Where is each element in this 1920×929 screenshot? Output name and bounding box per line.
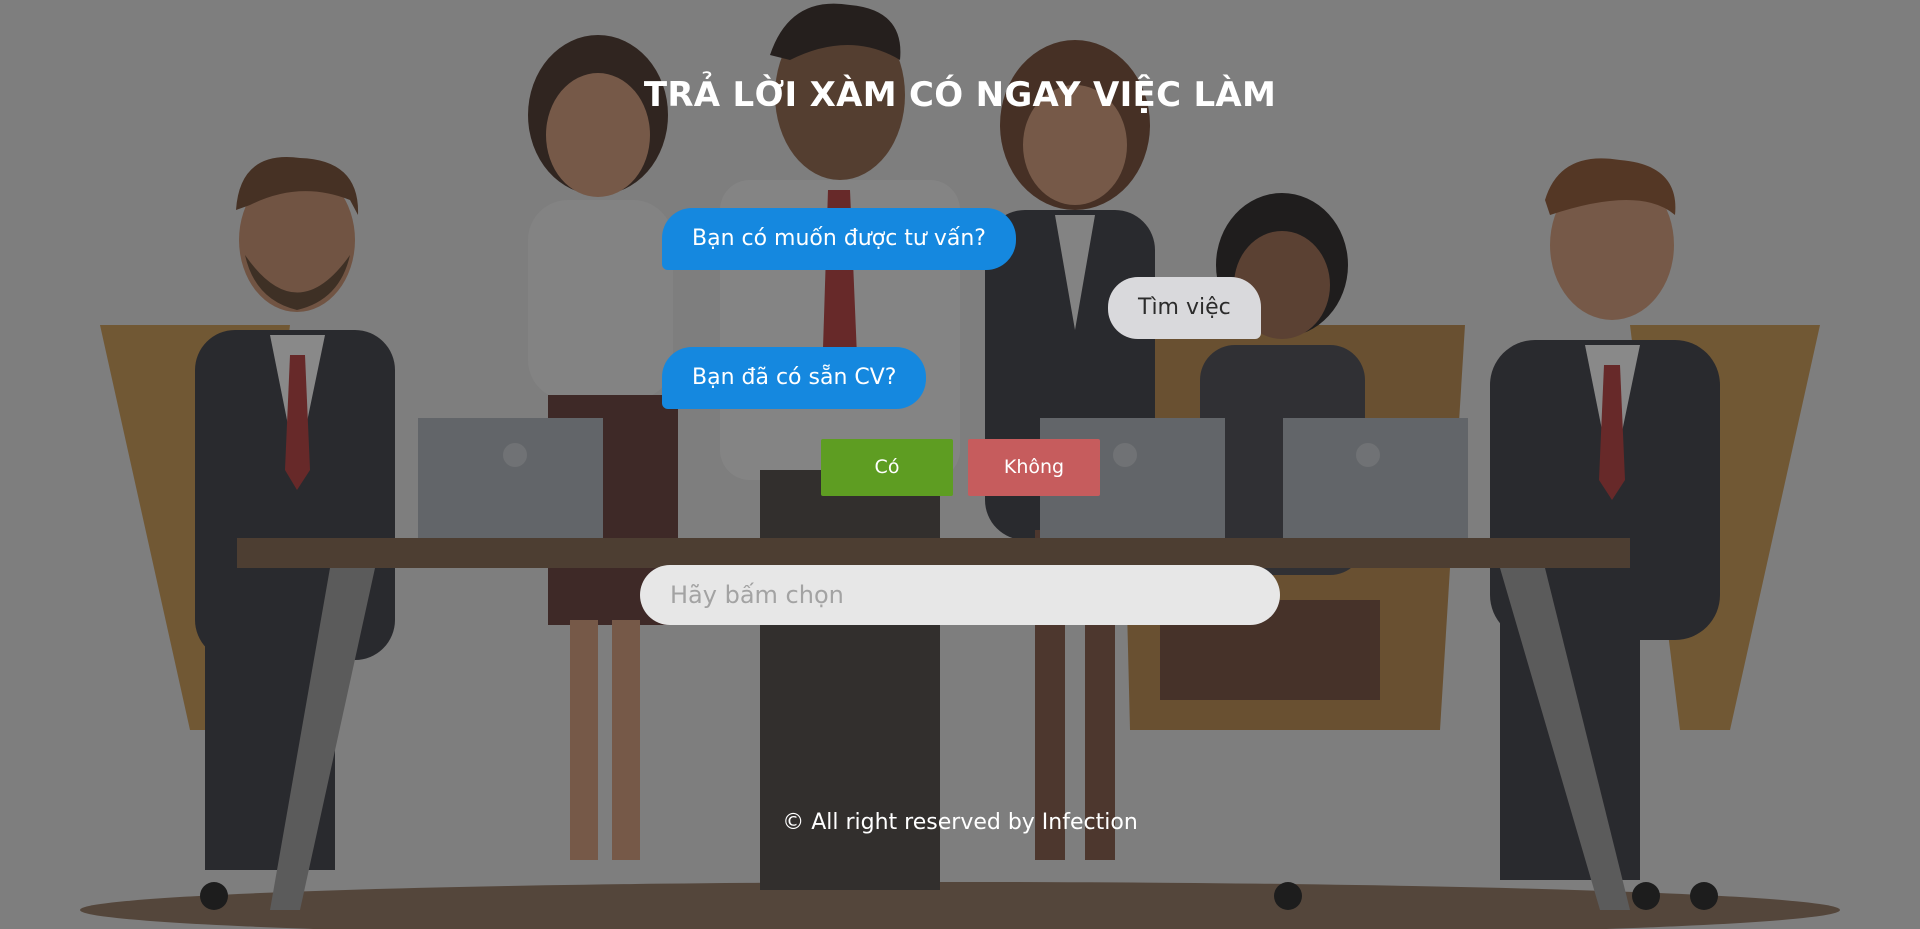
page-title: TRẢ LỜI XÀM CÓ NGAY VIỆC LÀM [643,75,1277,115]
chat-input-container [640,565,1280,625]
yes-button[interactable]: Có [821,439,953,496]
footer-copyright: © All right reserved by Infection [782,810,1138,835]
bot-message-2: Bạn đã có sẵn CV? [662,347,927,409]
user-message-1: Tìm việc [1108,277,1261,339]
dark-overlay [0,0,1920,929]
no-button[interactable]: Không [968,439,1100,496]
bot-message-1: Bạn có muốn được tư vấn? [662,208,1016,270]
chat-input[interactable] [640,565,1280,625]
